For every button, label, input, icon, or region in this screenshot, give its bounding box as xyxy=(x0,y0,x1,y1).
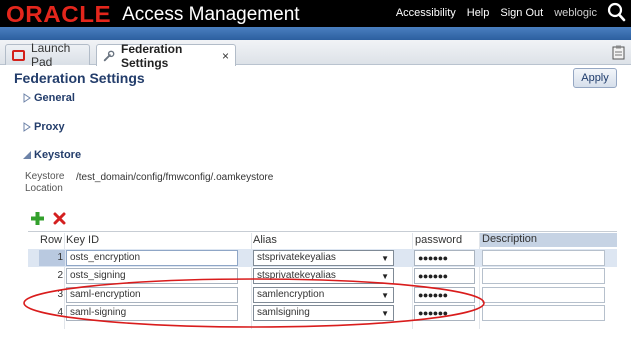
row-number: 1 xyxy=(39,250,65,266)
row-number: 3 xyxy=(57,289,63,300)
alias-select[interactable]: samlencryption ▼ xyxy=(253,287,394,303)
close-tab-icon[interactable]: × xyxy=(222,49,229,63)
launch-pad-icon xyxy=(12,49,25,61)
section-general-toggle[interactable]: General xyxy=(22,92,75,104)
alias-value: samlencryption xyxy=(257,289,325,300)
clipboard-icon[interactable] xyxy=(612,45,625,60)
tab-label: Launch Pad xyxy=(30,41,71,69)
key-id-input[interactable]: saml-signing xyxy=(66,305,238,321)
collapse-triangle-icon xyxy=(23,151,31,159)
keystore-location-label: Keystore Location xyxy=(25,171,65,194)
section-label: Keystore xyxy=(34,149,82,161)
password-input[interactable]: ●●●●●● xyxy=(414,305,475,321)
tab-bar: Launch Pad Federation Settings × xyxy=(0,40,631,70)
description-input[interactable] xyxy=(482,305,605,321)
section-keystore-toggle[interactable]: Keystore xyxy=(22,149,81,161)
alias-select[interactable]: stsprivatekeyalias ▼ xyxy=(253,268,394,284)
page-title: Federation Settings xyxy=(14,70,145,86)
column-header-password[interactable]: password xyxy=(415,234,462,247)
add-icon[interactable] xyxy=(30,211,45,231)
dropdown-arrow-icon: ▼ xyxy=(381,254,389,263)
top-nav: Accessibility Help Sign Out weblogic xyxy=(396,0,597,25)
key-id-input[interactable]: osts_signing xyxy=(66,268,238,284)
tab-launch-pad[interactable]: Launch Pad xyxy=(5,41,90,69)
column-header-description[interactable]: Description xyxy=(480,233,617,247)
password-input[interactable]: ●●●●●● xyxy=(414,268,475,284)
dropdown-arrow-icon: ▼ xyxy=(381,309,389,318)
column-header-key-id[interactable]: Key ID xyxy=(66,234,99,247)
key-id-input[interactable]: osts_encryption xyxy=(66,250,238,266)
accessibility-link[interactable]: Accessibility xyxy=(396,7,456,19)
brand: ORACLE Access Management xyxy=(6,1,300,27)
section-proxy-toggle[interactable]: Proxy xyxy=(22,121,65,133)
user-name[interactable]: weblogic xyxy=(554,7,597,19)
section-label: Proxy xyxy=(34,121,65,133)
oracle-logo: ORACLE xyxy=(6,0,112,27)
keystore-location-value: /test_domain/config/fmwconfig/.oamkeysto… xyxy=(76,172,274,183)
product-name: Access Management xyxy=(122,3,300,25)
alias-select[interactable]: stsprivatekeyalias ▼ xyxy=(253,250,394,266)
password-input[interactable]: ●●●●●● xyxy=(414,287,475,303)
expand-triangle-icon xyxy=(23,93,31,103)
expand-triangle-icon xyxy=(23,122,31,132)
header-accent-strip xyxy=(0,27,631,40)
tab-label: Federation Settings xyxy=(121,41,183,70)
alias-value: stsprivatekeyalias xyxy=(257,252,336,263)
dropdown-arrow-icon: ▼ xyxy=(381,291,389,300)
column-header-alias[interactable]: Alias xyxy=(253,234,277,247)
global-header: ORACLE Access Management Accessibility H… xyxy=(0,0,631,27)
wrench-icon xyxy=(103,50,115,61)
table-toolbar xyxy=(30,211,66,231)
alias-value: samlsigning xyxy=(257,307,310,318)
delete-icon[interactable] xyxy=(53,212,66,230)
alias-select[interactable]: samlsigning ▼ xyxy=(253,305,394,321)
help-link[interactable]: Help xyxy=(467,7,490,19)
alias-value: stsprivatekeyalias xyxy=(257,270,336,281)
key-id-input[interactable]: saml-encryption xyxy=(66,287,238,303)
description-input[interactable] xyxy=(482,250,605,266)
description-input[interactable] xyxy=(482,268,605,284)
row-number: 4 xyxy=(57,307,63,318)
dropdown-arrow-icon: ▼ xyxy=(381,272,389,281)
row-number: 2 xyxy=(57,270,63,281)
sign-out-link[interactable]: Sign Out xyxy=(500,7,543,19)
section-label: General xyxy=(34,92,75,104)
apply-button[interactable]: Apply xyxy=(573,68,617,88)
search-icon[interactable] xyxy=(605,1,627,23)
tab-federation-settings[interactable]: Federation Settings × xyxy=(96,42,236,70)
column-header-row: Row xyxy=(40,234,63,246)
description-input[interactable] xyxy=(482,287,605,303)
password-input[interactable]: ●●●●●● xyxy=(414,250,475,266)
